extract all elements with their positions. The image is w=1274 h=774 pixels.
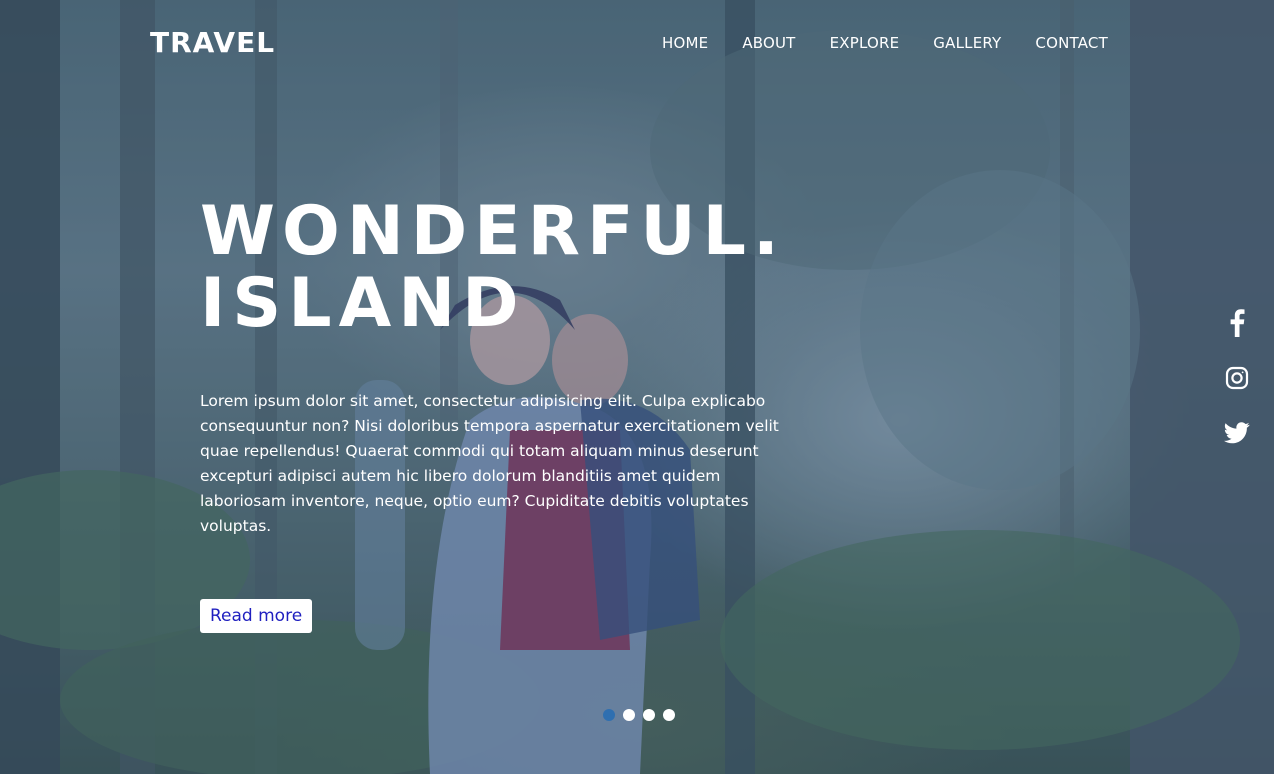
hero-description: Lorem ipsum dolor sit amet, consectetur … — [200, 392, 779, 535]
slider-dot-4[interactable] — [663, 709, 675, 721]
read-more-button[interactable]: Read more — [200, 599, 313, 633]
slider-dot-1[interactable] — [603, 709, 615, 721]
twitter-icon[interactable] — [1222, 418, 1252, 448]
instagram-icon[interactable] — [1222, 363, 1252, 393]
nav-home-link[interactable]: HOME — [662, 34, 708, 52]
nav-gallery-link[interactable]: GALLERY — [933, 34, 1001, 52]
hero-title-line2: ISLAND — [200, 264, 526, 343]
background-overlay — [0, 0, 1274, 774]
page: TRAVEL HOME ABOUT EXPLORE GALLERY CONTAC… — [0, 0, 1274, 774]
nav-about-link[interactable]: ABOUT — [742, 34, 795, 52]
nav-explore-link[interactable]: EXPLORE — [830, 34, 900, 52]
slider-dot-2[interactable] — [623, 709, 635, 721]
hero-title-line1: WONDERFUL. — [200, 192, 786, 271]
slider-dots — [603, 709, 675, 721]
social-links — [1222, 308, 1252, 448]
hero-title: WONDERFUL. ISLAND — [200, 196, 786, 340]
nav-contact-link[interactable]: CONTACT — [1035, 34, 1108, 52]
facebook-icon[interactable] — [1222, 308, 1252, 338]
slider-dot-3[interactable] — [643, 709, 655, 721]
main-nav: HOME ABOUT EXPLORE GALLERY CONTACT — [662, 34, 1108, 52]
site-logo[interactable]: TRAVEL — [150, 26, 275, 59]
